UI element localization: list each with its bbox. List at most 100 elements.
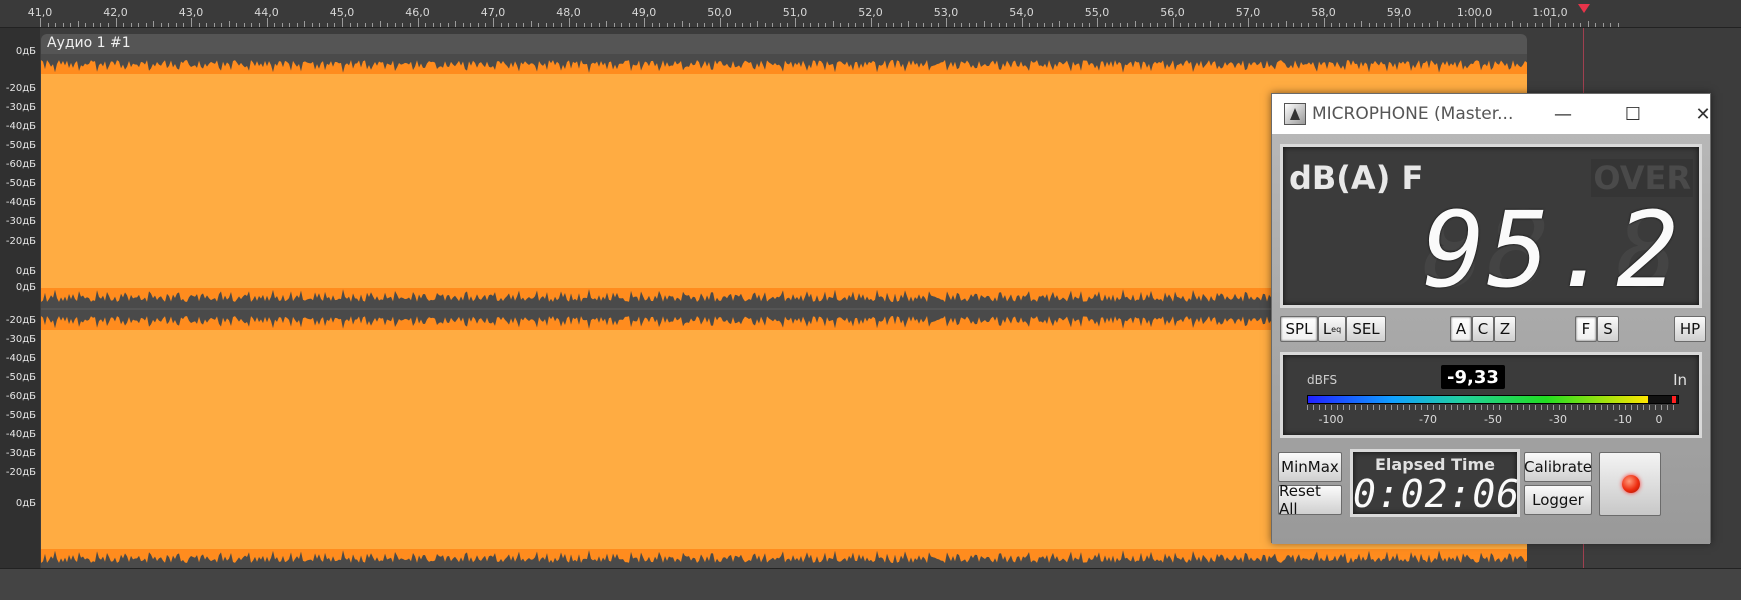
- ruler-tick: [130, 23, 132, 27]
- ruler-tick: [1436, 21, 1438, 27]
- ruler-tick: [1308, 23, 1310, 27]
- weighting-z-button[interactable]: Z: [1494, 316, 1516, 342]
- playhead-marker[interactable]: [1578, 4, 1590, 13]
- ruler-tick: [968, 23, 970, 27]
- ruler-tick: [1610, 23, 1612, 27]
- db-label: 0дБ: [15, 498, 36, 509]
- db-label: -30дБ: [5, 334, 36, 345]
- ruler-tick: [477, 23, 479, 27]
- level-bar-fill: [1308, 396, 1649, 403]
- minmax-button[interactable]: MinMax: [1278, 452, 1342, 482]
- logger-button[interactable]: Logger: [1524, 485, 1592, 515]
- record-led-icon: [1622, 475, 1640, 493]
- ruler-tick: [1051, 23, 1053, 27]
- db-label: -50дБ: [5, 140, 36, 151]
- ruler-tick: [1346, 23, 1348, 27]
- ruler-tick: [364, 23, 366, 27]
- leq-label: L: [1322, 320, 1332, 338]
- hp-button[interactable]: HP: [1674, 316, 1706, 342]
- ruler-tick: [719, 18, 721, 27]
- ruler-tick: [1059, 21, 1061, 27]
- db-label: -50дБ: [5, 372, 36, 383]
- ruler-tick: [1248, 18, 1249, 27]
- ruler-tick: [696, 23, 698, 27]
- ruler-tick: [689, 23, 691, 27]
- ruler-tick: [734, 23, 736, 27]
- ruler-tick: [568, 18, 570, 27]
- ruler-tick: [221, 23, 223, 27]
- ruler-tick: [85, 23, 87, 27]
- calibrate-button[interactable]: Calibrate: [1524, 452, 1592, 482]
- leq-button[interactable]: Leq: [1318, 316, 1346, 342]
- ruler-tick: [251, 23, 253, 27]
- ruler-tick: [1519, 23, 1521, 27]
- window-titlebar[interactable]: MICROPHONE (Master... — ☐ ✕: [1272, 94, 1711, 134]
- ruler-tick: [289, 23, 291, 27]
- db-label: -40дБ: [5, 353, 36, 364]
- time-slow-button[interactable]: S: [1597, 316, 1619, 342]
- ruler-tick: [938, 23, 940, 27]
- ruler-tick: [1617, 23, 1619, 27]
- weighting-c-button[interactable]: C: [1472, 316, 1494, 342]
- ruler-tick: [1187, 23, 1189, 27]
- close-button[interactable]: ✕: [1680, 98, 1726, 130]
- spl-button[interactable]: SPL: [1280, 316, 1318, 342]
- clip-title: Аудио 1 #1: [47, 35, 131, 51]
- ruler-tick: [1338, 23, 1340, 27]
- ruler-tick: [304, 21, 306, 27]
- ruler-tick: [123, 23, 125, 27]
- ruler-tick: [160, 23, 162, 27]
- ruler-tick: [1164, 23, 1166, 27]
- ruler-tick: [1263, 23, 1265, 27]
- db-label: 0дБ: [15, 282, 36, 293]
- db-scale: 0дБ -20дБ -30дБ -40дБ -50дБ -60дБ -50дБ -40дБ -3…: [0, 28, 40, 568]
- minimize-button[interactable]: —: [1540, 98, 1586, 130]
- ruler-tick: [545, 23, 547, 27]
- ruler-tick: [1391, 23, 1393, 27]
- ruler-tick: [1580, 23, 1582, 27]
- ruler-tick: [1331, 23, 1333, 27]
- minimize-icon: —: [1554, 103, 1572, 125]
- ruler-tick: [334, 23, 336, 27]
- ruler-tick: [560, 23, 562, 27]
- bottom-bar: [0, 568, 1741, 600]
- ruler-tick: [1225, 23, 1227, 27]
- ruler-tick: [349, 23, 351, 27]
- ruler-tick: [628, 23, 630, 27]
- ruler-tick: [764, 23, 766, 27]
- ruler-tick: [991, 23, 993, 27]
- weighting-a-button[interactable]: A: [1450, 316, 1472, 342]
- time-fast-button[interactable]: F: [1575, 316, 1597, 342]
- db-label: -20дБ: [5, 83, 36, 94]
- ruler-tick: [1376, 23, 1378, 27]
- ruler-tick: [1315, 23, 1317, 27]
- ruler-tick: [243, 23, 245, 27]
- ruler-tick: [1550, 18, 1551, 27]
- ruler-tick: [432, 23, 434, 27]
- ruler-tick: [1112, 23, 1114, 27]
- ruler-tick: [1172, 18, 1174, 27]
- ruler-tick: [213, 23, 215, 27]
- ruler-tick: [470, 23, 472, 27]
- db-label: -50дБ: [5, 178, 36, 189]
- record-button[interactable]: [1599, 452, 1661, 516]
- ruler-tick: [493, 18, 494, 27]
- ruler-tick: [402, 23, 404, 27]
- elapsed-time: 0:02:06: [1353, 472, 1521, 516]
- ruler-tick: [1021, 18, 1023, 27]
- timeline-ruler[interactable]: 41,0 42,0 43,0 44,0 45,0 46,0 47,0 48,0 49,0 50,0…: [0, 0, 1741, 28]
- ruler-tick: [795, 18, 796, 27]
- maximize-button[interactable]: ☐: [1610, 98, 1656, 130]
- ruler-tick: [1210, 21, 1212, 27]
- ruler-tick: [1444, 23, 1446, 27]
- level-scale-label: -10: [1614, 413, 1632, 426]
- ruler-tick: [1074, 23, 1076, 27]
- sel-button[interactable]: SEL: [1346, 316, 1386, 342]
- ruler-tick: [1036, 23, 1038, 27]
- ruler-tick: [175, 23, 177, 27]
- ruler-tick: [440, 23, 442, 27]
- reset-all-button[interactable]: Reset All: [1278, 482, 1342, 518]
- db-label: -40дБ: [5, 429, 36, 440]
- sound-meter-window[interactable]: MICROPHONE (Master... — ☐ ✕ dB(A) F OVER…: [1271, 93, 1711, 544]
- ruler-tick: [296, 23, 298, 27]
